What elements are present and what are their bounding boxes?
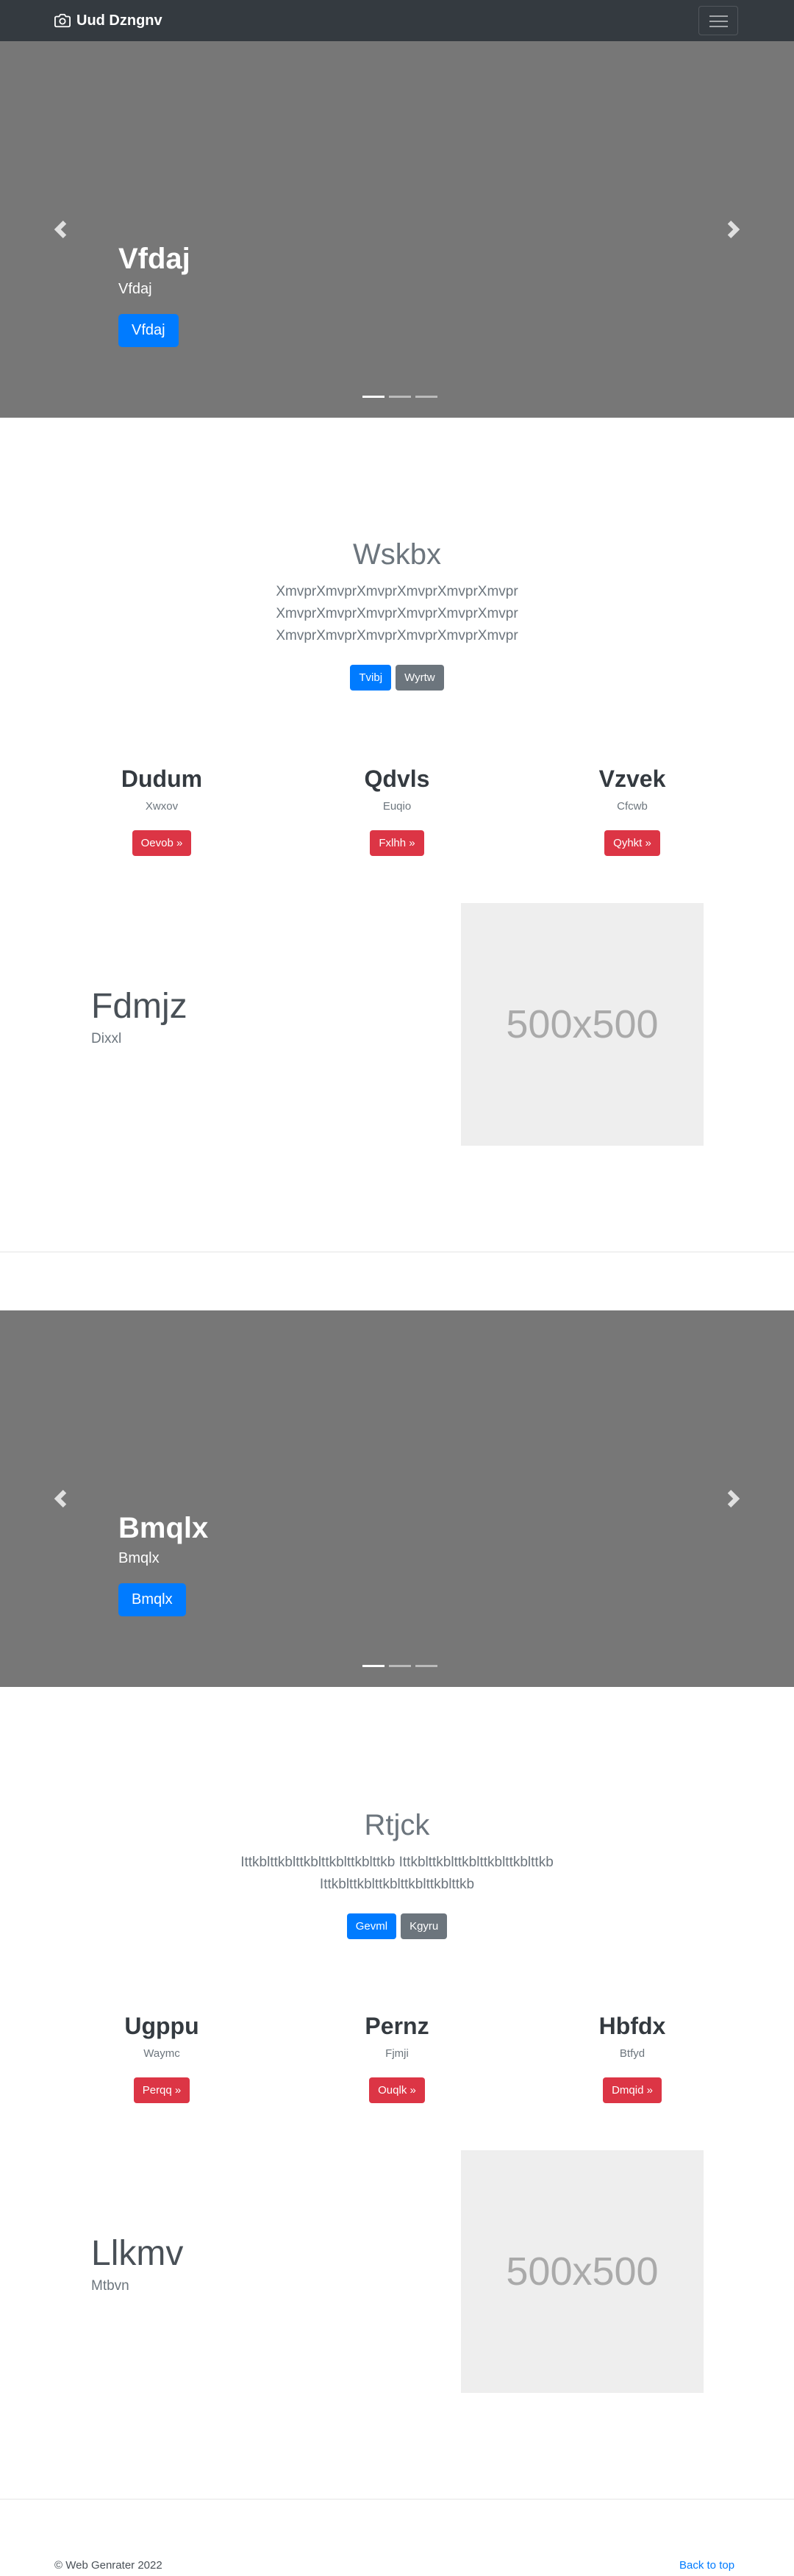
column-button[interactable]: Perqq » (133, 2077, 190, 2104)
column-heading: Ugppu (124, 2013, 199, 2039)
section-buttons: Tvibj Wyrtw (0, 665, 794, 691)
section-title: Wskbx (353, 538, 441, 571)
featurette-heading: Fdmjz (91, 987, 187, 1026)
carousel-indicator[interactable] (389, 1665, 411, 1667)
carousel-heading: Vfdaj (118, 243, 190, 275)
column-text: Waymc (143, 2047, 180, 2061)
featurette-text: Fdmjz Dixxl (91, 985, 187, 1047)
primary-button[interactable]: Tvibj (350, 665, 392, 691)
column-text: Btfyd (619, 2047, 645, 2061)
column-button[interactable]: Qyhkt » (604, 830, 660, 857)
secondary-button[interactable]: Wyrtw (396, 665, 444, 691)
column-item: Ugppu Waymc Perqq » (51, 2012, 272, 2104)
column-heading: Qdvls (364, 766, 430, 792)
navbar: Uud Dzngnv (0, 0, 794, 41)
featurette-heading: Llkmv (91, 2234, 184, 2273)
jumbotron-2: Rtjck Ittkblttkblttkblttkblttkblttkb Itt… (0, 1808, 794, 1939)
placeholder-label: 500x500 (506, 1002, 659, 1046)
carousel-caption: Bmqlx Bmqlx Bmqlx (118, 1510, 208, 1616)
column-item: Pernz Fjmji Ouqlk » (287, 2012, 507, 2104)
camera-icon (54, 13, 71, 28)
column-text: Fjmji (385, 2047, 409, 2061)
hamburger-icon (709, 21, 728, 22)
brand-label: Uud Dzngnv (76, 12, 162, 29)
featurette-image-placeholder: 500x500 (461, 2150, 704, 2393)
carousel-next-icon[interactable] (725, 221, 743, 238)
featurette-divider (0, 2499, 794, 2500)
carousel-subheading: Vfdaj (118, 281, 152, 297)
carousel-caption: Vfdaj Vfdaj Vfdaj (118, 241, 190, 347)
featurette-text: Mtbvn (91, 2277, 129, 2294)
carousel-cta-button[interactable]: Vfdaj (118, 314, 179, 347)
column-button[interactable]: Fxlhh » (370, 830, 424, 857)
carousel-indicators (360, 396, 440, 398)
footer-copyright: © Web Genrater 2022 (54, 2559, 162, 2572)
carousel-indicators (360, 1665, 440, 1667)
column-text: Cfcwb (617, 800, 648, 813)
section-buttons: Gevml Kgyru (0, 1913, 794, 1939)
primary-button[interactable]: Gevml (346, 1913, 397, 1939)
carousel-prev-icon[interactable] (51, 221, 69, 238)
featurette-text: Dixxl (91, 1030, 122, 1046)
secondary-button[interactable]: Kgyru (401, 1913, 448, 1939)
back-to-top-link[interactable]: Back to top (679, 2559, 734, 2572)
column-heading: Pernz (365, 2013, 429, 2039)
carousel-indicator[interactable] (362, 1665, 385, 1667)
section-title: Rtjck (364, 1809, 430, 1841)
carousel-indicator[interactable] (389, 396, 411, 398)
carousel-prev-icon[interactable] (51, 1490, 69, 1508)
carousel-next-icon[interactable] (725, 1490, 743, 1508)
placeholder-label: 500x500 (506, 2249, 659, 2294)
carousel-indicator[interactable] (415, 1665, 437, 1667)
featurette-text: Llkmv Mtbvn (91, 2233, 183, 2294)
column-button[interactable]: Ouqlk » (369, 2077, 425, 2104)
navbar-toggler-button[interactable] (698, 6, 738, 35)
carousel-subheading: Bmqlx (118, 1550, 160, 1566)
hero-carousel-2: Bmqlx Bmqlx Bmqlx (0, 1310, 794, 1687)
hero-carousel-1: Vfdaj Vfdaj Vfdaj (0, 41, 794, 418)
jumbotron-1: Wskbx XmvprXmvprXmvprXmvprXmvprXmvprXmvp… (0, 537, 794, 691)
featurette-image-placeholder: 500x500 (461, 903, 704, 1146)
column-heading: Vzvek (598, 766, 666, 792)
carousel-heading: Bmqlx (118, 1512, 209, 1544)
column-heading: Hbfdx (598, 2013, 666, 2039)
column-heading: Dudum (121, 766, 203, 792)
column-item: Qdvls Euqio Fxlhh » (287, 765, 507, 857)
carousel-indicator[interactable] (362, 396, 385, 398)
navbar-brand[interactable]: Uud Dzngnv (54, 12, 162, 29)
column-button[interactable]: Oevob » (132, 830, 192, 857)
column-text: Euqio (382, 800, 412, 813)
carousel-indicator[interactable] (415, 396, 437, 398)
carousel-cta-button[interactable]: Bmqlx (118, 1583, 186, 1616)
column-button[interactable]: Dmqid » (603, 2077, 662, 2104)
section-lead: XmvprXmvprXmvprXmvprXmvprXmvprXmvprXmvpr… (276, 584, 518, 643)
column-item: Vzvek Cfcwb Qyhkt » (522, 765, 743, 857)
hamburger-icon (709, 26, 728, 27)
hamburger-icon (709, 15, 728, 17)
column-item: Dudum Xwxov Oevob » (51, 765, 272, 857)
section-lead: Ittkblttkblttkblttkblttkblttkb Ittkblttk… (240, 1855, 554, 1892)
column-item: Hbfdx Btfyd Dmqid » (522, 2012, 743, 2104)
column-text: Xwxov (145, 800, 179, 813)
